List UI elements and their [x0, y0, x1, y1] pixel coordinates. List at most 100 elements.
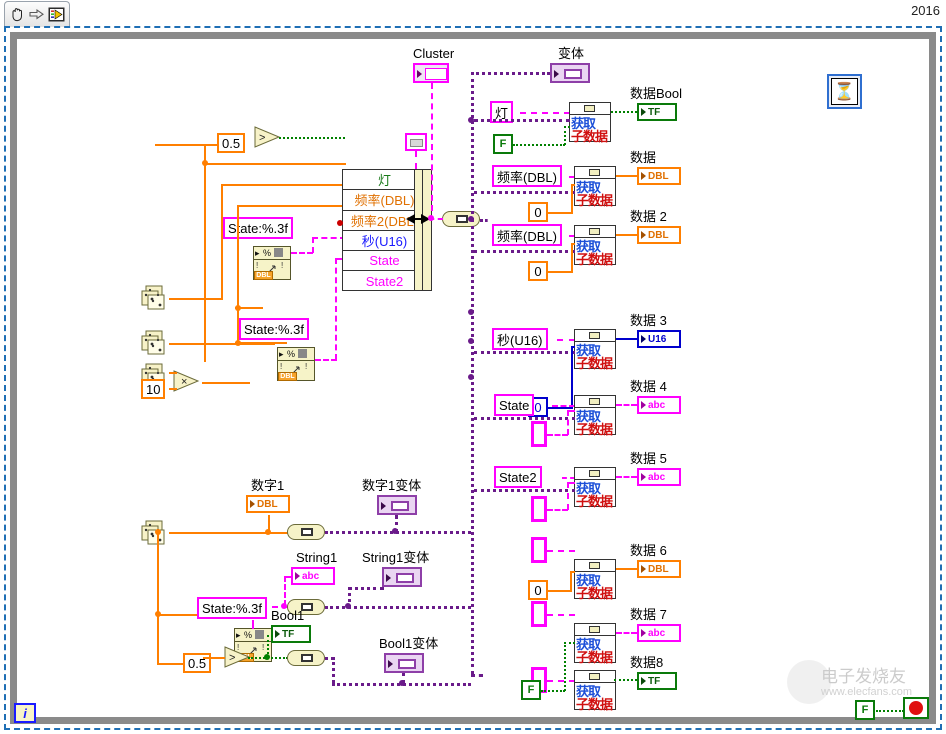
numeric-constant-zero-2[interactable]: 0	[528, 261, 548, 281]
get-subdata-node-3[interactable]: 获取 子数据	[574, 225, 616, 267]
bool1-terminal[interactable]: TF	[271, 625, 311, 643]
data5-terminal[interactable]: abc	[637, 468, 681, 486]
boolean-constant-false-2[interactable]: F	[521, 680, 541, 700]
wire-boolean	[611, 111, 637, 113]
data3-terminal[interactable]: U16	[637, 330, 681, 348]
get-subdata-node-1[interactable]: 获取 子数据	[569, 102, 611, 144]
to-variant-node-bool1[interactable]	[287, 650, 325, 666]
empty-string-constant-3[interactable]	[531, 537, 547, 563]
get-subdata-node-2[interactable]: 获取 子数据	[574, 166, 616, 208]
get-subdata-node-5[interactable]: 获取 子数据	[574, 395, 616, 437]
terminal-arrow	[641, 108, 646, 116]
data-bool-label: 数据Bool	[630, 86, 683, 101]
wire-junction	[202, 160, 208, 166]
wire	[571, 243, 575, 245]
format-string-constant-3[interactable]: State:%.3f	[197, 597, 267, 619]
node-line-2: 子数据	[576, 422, 613, 437]
string1-variant-terminal[interactable]	[382, 567, 422, 587]
variant-terminal[interactable]	[550, 63, 590, 83]
wire	[169, 298, 222, 300]
year-tag: 2016	[911, 3, 940, 18]
cluster-terminal[interactable]	[413, 63, 449, 83]
wire-variant	[348, 587, 384, 590]
wire-variant	[471, 674, 483, 677]
wire-boolean	[564, 126, 570, 128]
string-constant-freq[interactable]: 频率(DBL)	[492, 165, 562, 187]
num1-variant-terminal[interactable]	[377, 495, 417, 515]
terminal-arrow	[295, 572, 300, 580]
string1-terminal[interactable]: abc	[291, 567, 335, 585]
empty-string-constant-2[interactable]	[531, 496, 547, 522]
wire-variant	[474, 351, 575, 354]
wire-junction	[392, 528, 398, 534]
numeric-constant-zero-4[interactable]: 0	[528, 580, 548, 600]
get-subdata-node-9[interactable]: 获取 子数据	[574, 670, 616, 712]
to-variant-node-num1[interactable]	[287, 524, 325, 540]
svg-text:▸: ▸	[279, 349, 284, 359]
wire-string	[312, 237, 314, 253]
num1-terminal[interactable]: DBL	[246, 495, 290, 513]
data-bool-terminal[interactable]: TF	[637, 103, 677, 121]
terminal-arrow	[275, 630, 280, 638]
terminal-arrow	[250, 500, 255, 508]
wait-timer-icon[interactable]: ⏳	[827, 74, 862, 109]
format-string-constant-1[interactable]: State:%.3f	[223, 217, 293, 239]
variant-small-icon[interactable]	[405, 133, 427, 151]
get-subdata-node-6[interactable]: 获取 子数据	[574, 467, 616, 509]
wire-boolean	[513, 144, 565, 146]
wire	[570, 571, 575, 573]
data6-terminal[interactable]: DBL	[637, 560, 681, 578]
data8-terminal[interactable]: TF	[637, 672, 677, 690]
svg-text:▸: ▸	[236, 630, 241, 640]
data-terminal[interactable]: DBL	[637, 167, 681, 185]
wire-junction	[468, 338, 474, 344]
format-into-string-node-2[interactable]: ▸ % ! ! DBL	[277, 347, 315, 381]
wire-boolean	[267, 635, 273, 637]
wire-string	[335, 258, 337, 360]
string-constant-sec[interactable]: 秒(U16)	[492, 328, 548, 350]
terminal-arrow	[641, 473, 646, 481]
get-subdata-node-8[interactable]: 获取 子数据	[574, 623, 616, 665]
wire-junction	[428, 215, 434, 221]
random-number-icon-1[interactable]	[141, 284, 169, 312]
multiply-icon[interactable]: ×	[173, 370, 205, 392]
boolean-constant-false-stop[interactable]: F	[855, 700, 875, 720]
hand-tool-icon[interactable]	[9, 6, 26, 23]
numeric-constant-half-bottom[interactable]: 0.5	[183, 653, 212, 673]
run-arrow-icon[interactable]	[28, 6, 45, 23]
boolean-constant-false-1[interactable]: F	[493, 134, 513, 154]
bool1-variant-terminal[interactable]	[384, 653, 424, 673]
node-line-2: 子数据	[576, 193, 613, 208]
random-number-icon-2[interactable]	[141, 329, 169, 357]
numeric-constant-10[interactable]: 10	[141, 379, 166, 399]
numeric-constant-half-top[interactable]: 0.5	[217, 133, 246, 153]
data7-label: 数据 7	[630, 607, 667, 622]
string-constant-freq2[interactable]: 频率(DBL)	[492, 224, 562, 246]
numeric-constant-zero-1[interactable]: 0	[528, 202, 548, 222]
terminal-arrow	[641, 677, 646, 685]
string-constant-state[interactable]: State	[494, 394, 535, 416]
string-constant-state2[interactable]: State2	[494, 466, 542, 488]
data2-terminal[interactable]: DBL	[637, 226, 681, 244]
wire	[571, 184, 575, 186]
format-string-constant-2[interactable]: State:%.3f	[239, 318, 309, 340]
toolbar[interactable]	[4, 1, 70, 27]
stop-button-terminal[interactable]	[903, 697, 929, 719]
vi-icon[interactable]	[48, 6, 65, 23]
data4-terminal[interactable]: abc	[637, 396, 681, 414]
wire	[616, 568, 637, 570]
watermark-text: 电子发烧友	[821, 667, 906, 686]
get-subdata-node-4[interactable]: 获取 子数据	[574, 329, 616, 371]
terminal-arrow	[641, 172, 646, 180]
data6-label: 数据 6	[630, 543, 667, 558]
watermark-url: www.elecfans.com	[821, 686, 913, 698]
empty-string-constant-4[interactable]	[531, 601, 547, 627]
block-diagram-canvas: 10 × 0.5 > State:%.3f ▸ % ! ! DBL State:…	[17, 39, 929, 717]
to-variant-node[interactable]	[442, 211, 480, 227]
terminal-arrow	[641, 231, 646, 239]
format-into-string-node-1[interactable]: ▸ % ! ! DBL	[253, 246, 291, 280]
get-subdata-node-7[interactable]: 获取 子数据	[574, 559, 616, 601]
terminal-arrow	[641, 335, 646, 343]
data7-terminal[interactable]: abc	[637, 624, 681, 642]
empty-string-constant-1[interactable]	[531, 421, 547, 447]
